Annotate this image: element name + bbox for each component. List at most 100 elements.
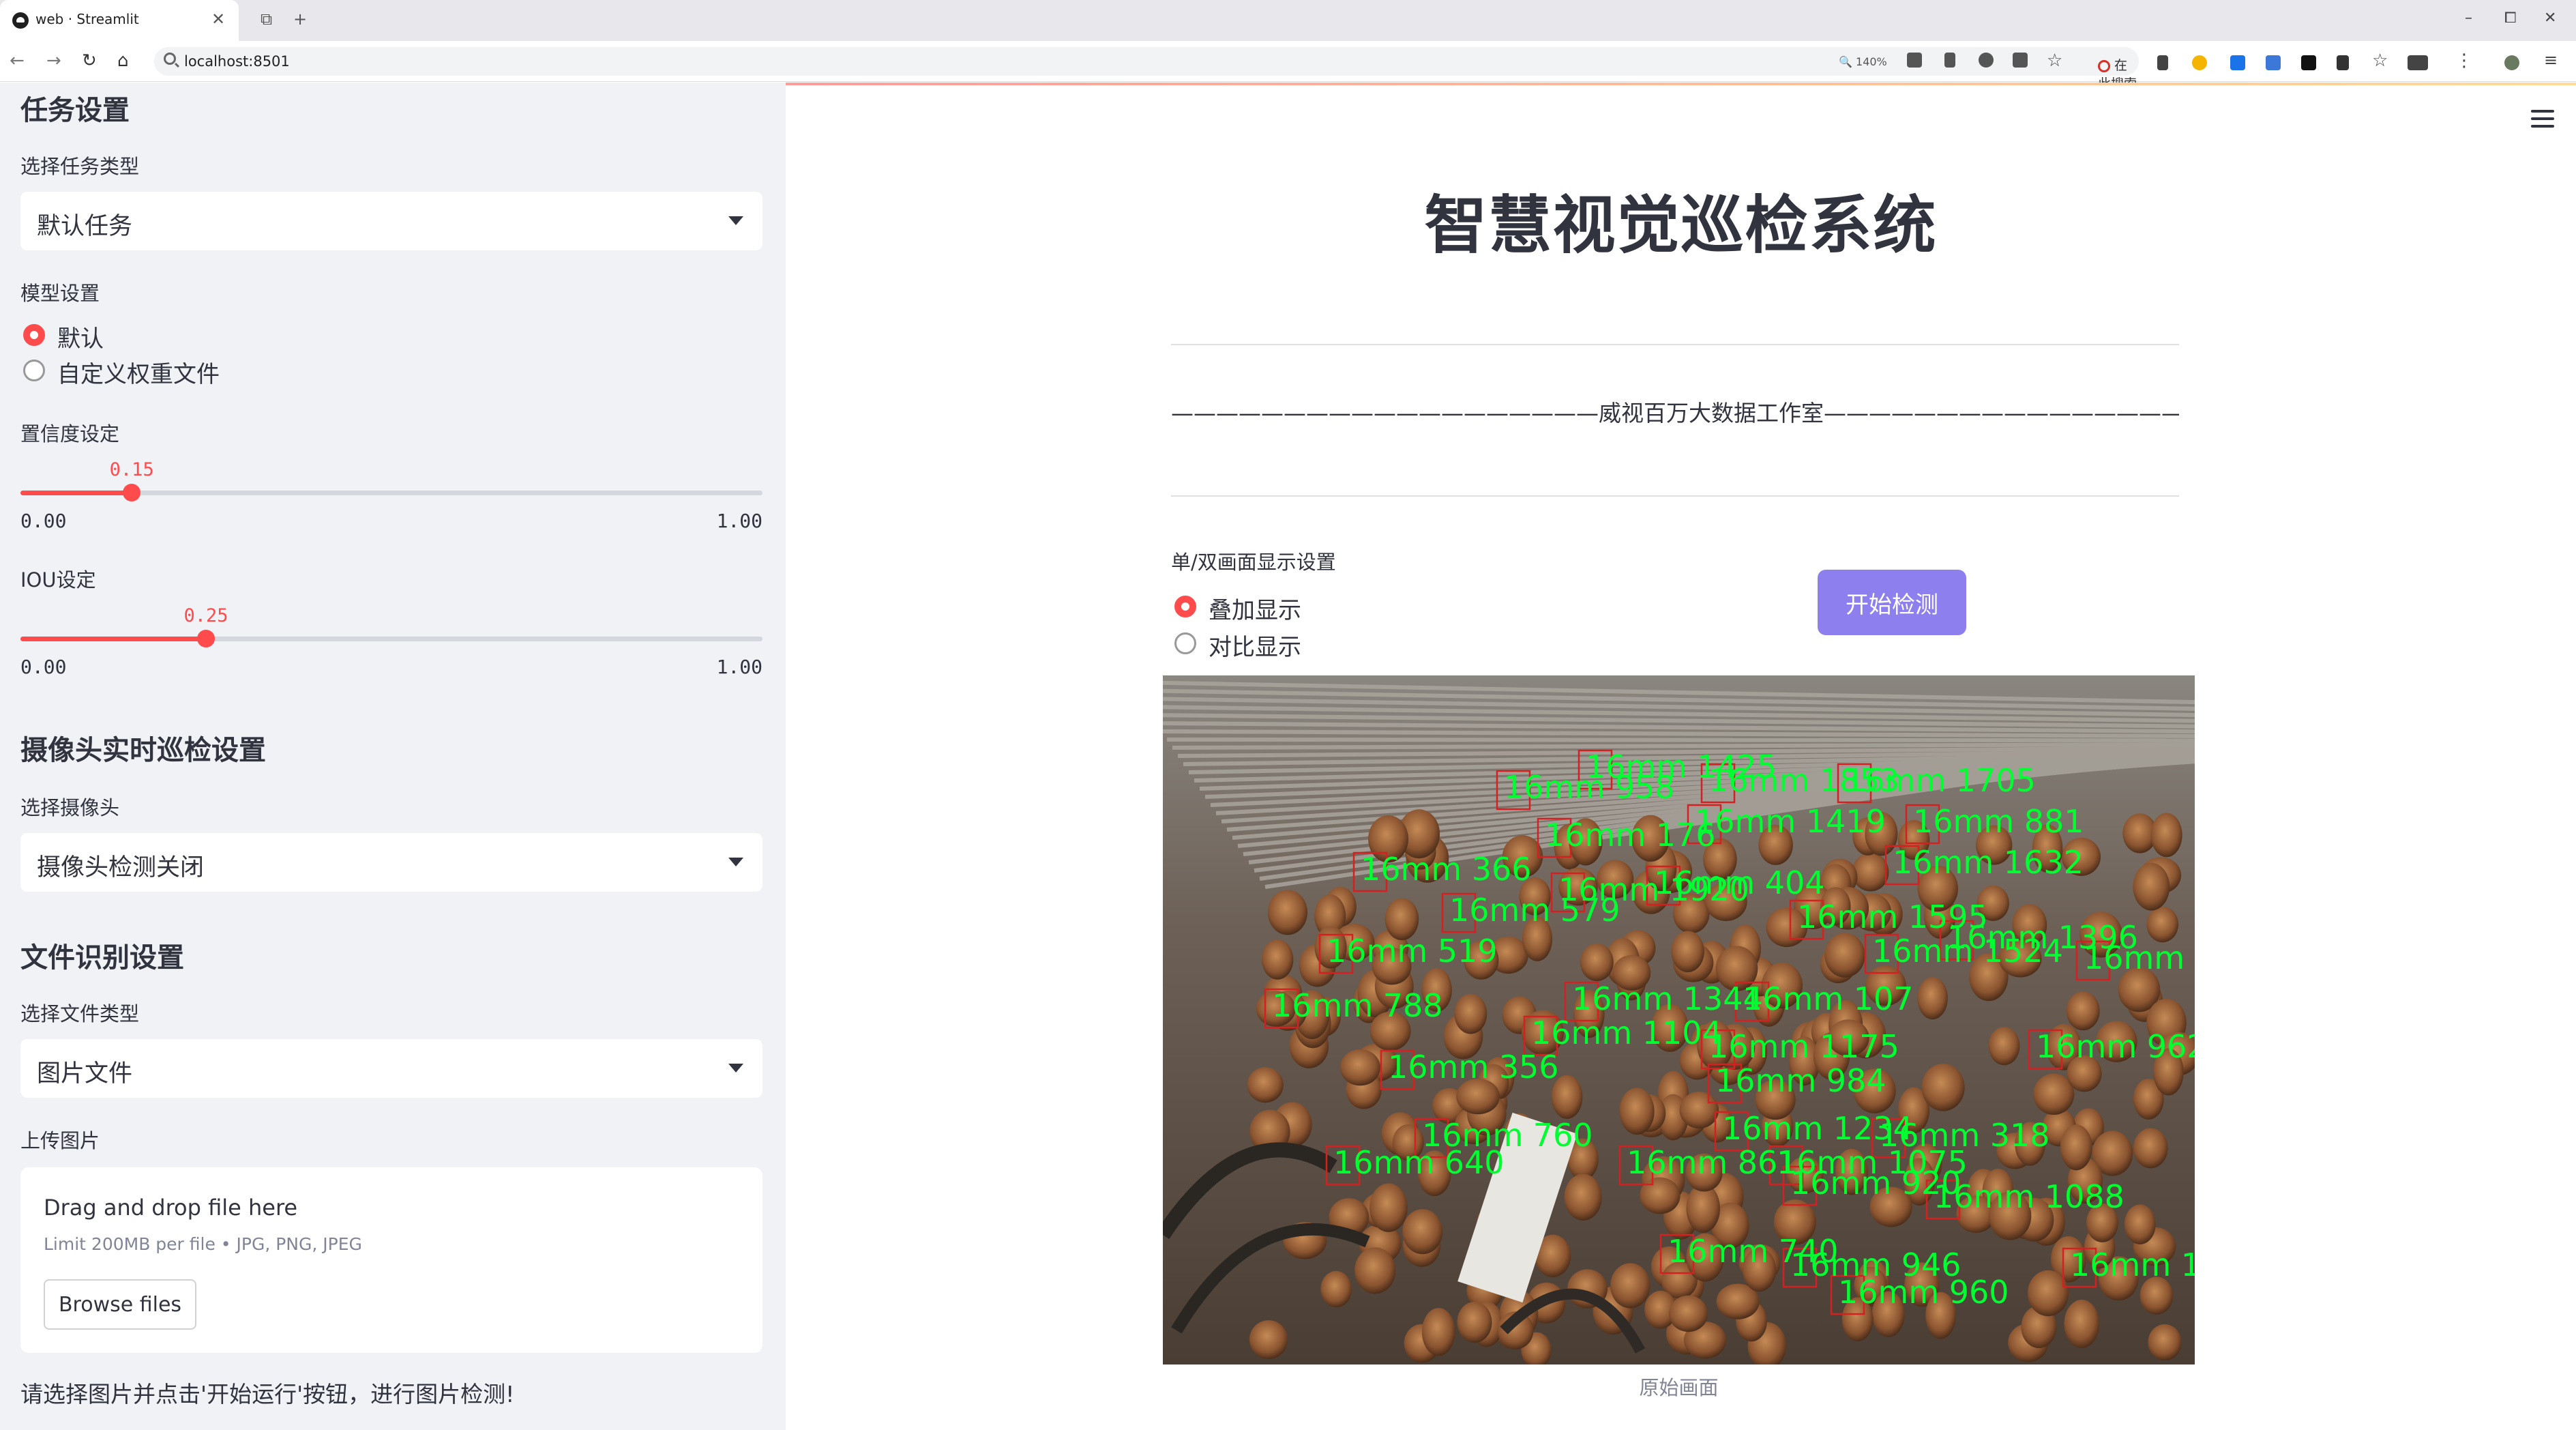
- detection-label: 16mm 1419: [1695, 803, 1886, 840]
- rebar-end: [1247, 1067, 1284, 1103]
- share-icon[interactable]: [2013, 53, 2028, 68]
- rebar-end: [1457, 1302, 1492, 1343]
- rebar-end: [2064, 1300, 2100, 1348]
- url-text: localhost:8501: [184, 53, 290, 70]
- hamburger-menu-icon[interactable]: [2531, 110, 2554, 128]
- detection-label: 16mm 1705: [1845, 762, 2036, 799]
- detection-label: 16mm 1175: [1708, 1028, 1899, 1065]
- studio-subtitle: ———————————————————威视百万大数据工作室———————————…: [1171, 400, 2179, 426]
- rebar-end: [2066, 991, 2100, 1031]
- extension-c-icon[interactable]: [2266, 55, 2281, 70]
- extension-a-icon[interactable]: [2192, 55, 2207, 70]
- slider-value: 0.15: [109, 459, 154, 480]
- rebar-end: [1640, 1177, 1681, 1214]
- browse-files-button[interactable]: Browse files: [44, 1279, 196, 1330]
- rebar-end: [1679, 1092, 1719, 1128]
- upload-label: 上传图片: [20, 1129, 100, 1152]
- radio-label: 默认: [57, 325, 104, 353]
- more-icon[interactable]: ⋮: [2455, 50, 2473, 71]
- star-icon[interactable]: ☆: [2047, 50, 2064, 71]
- divider: [1171, 344, 2179, 345]
- extension-b-icon[interactable]: [2230, 55, 2245, 70]
- minimize-icon[interactable]: –: [2465, 10, 2472, 27]
- file-type-label: 选择文件类型: [20, 1002, 140, 1025]
- sidebar-hint: 请选择图片并点击'开始运行'按钮，进行图片检测!: [20, 1381, 515, 1407]
- rebar-end: [1339, 1049, 1380, 1086]
- file-settings-heading: 文件识别设置: [20, 942, 184, 974]
- detection-label: 16mm 962: [2036, 1028, 2195, 1065]
- browser-tab-bar: web · Streamlit ✕ ⧉ + – ⧠ ✕: [0, 0, 2576, 41]
- rebar-end: [2060, 1124, 2092, 1171]
- detection-label: 16mm 129: [2070, 1246, 2195, 1283]
- browser-menu-icon[interactable]: ≡: [2544, 50, 2559, 70]
- file-type-select[interactable]: 图片文件: [20, 1039, 763, 1098]
- streamlit-favicon-icon: [12, 12, 29, 29]
- tab-title: web · Streamlit: [35, 11, 139, 27]
- detection-label: 16mm 861: [1627, 1144, 1798, 1181]
- rebar-end: [1671, 931, 1704, 973]
- slider-thumb[interactable]: [123, 484, 141, 501]
- downloads-icon[interactable]: [2337, 55, 2349, 70]
- forward-icon[interactable]: →: [46, 50, 61, 71]
- dropzone-title: Drag and drop file here: [44, 1195, 298, 1221]
- reading-mode-icon[interactable]: [2157, 55, 2168, 70]
- reload-icon[interactable]: ↻: [82, 50, 97, 71]
- zoom-value: 140%: [1856, 55, 1887, 68]
- radio-unselected-icon: [1174, 632, 1196, 654]
- screenshot-icon[interactable]: [2408, 55, 2428, 70]
- slider-min: 0.00: [20, 656, 67, 678]
- zoom-level[interactable]: 🔍 140%: [1839, 55, 1887, 68]
- chevron-down-icon: [728, 858, 743, 866]
- slider-fill: [20, 637, 206, 641]
- rebar-end: [1261, 939, 1294, 980]
- back-icon[interactable]: ←: [10, 50, 25, 71]
- url-field[interactable]: localhost:8501 🔍 140% ☆ 在此搜索: [154, 47, 2139, 91]
- start-detection-button[interactable]: 开始检测: [1818, 570, 1966, 635]
- slider-thumb[interactable]: [197, 630, 215, 647]
- rebar-end: [1580, 943, 1614, 982]
- rebar-end: [1354, 1247, 1396, 1294]
- task-type-label: 选择任务类型: [20, 155, 140, 178]
- detection-label: 16mm 958: [1504, 769, 1675, 806]
- task-settings-heading: 任务设置: [20, 95, 130, 126]
- profile-avatar[interactable]: [2504, 55, 2519, 70]
- dropzone-limit: Limit 200MB per file • JPG, PNG, JPEG: [44, 1234, 362, 1254]
- rebar-end: [1619, 1088, 1655, 1135]
- lightning-icon[interactable]: [1944, 53, 1955, 68]
- translate-icon[interactable]: [1907, 53, 1922, 68]
- rebar-end: [1917, 977, 1948, 1020]
- task-type-value: 默认任务: [37, 213, 133, 240]
- tab-groups-icon[interactable]: ⧉: [261, 10, 272, 29]
- window-close-icon[interactable]: ✕: [2544, 10, 2556, 27]
- extension-icon[interactable]: [1979, 53, 1994, 68]
- rebar-end: [1402, 1209, 1443, 1255]
- detection-label: 16mm 579: [1449, 892, 1620, 929]
- detection-label: 16mm 107: [1743, 980, 1914, 1017]
- camera-select[interactable]: 摄像头检测关闭: [20, 833, 763, 892]
- search-engine-icon: [2098, 59, 2110, 72]
- camera-label: 选择摄像头: [20, 796, 120, 819]
- detection-label: 16mm 1088: [1934, 1178, 2125, 1215]
- radio-selected-icon: [23, 324, 45, 346]
- file-dropzone[interactable]: Drag and drop file here Limit 200MB per …: [20, 1167, 763, 1353]
- restore-icon[interactable]: ⧠: [2504, 10, 2517, 27]
- confidence-slider[interactable]: 0.15 0.00 1.00: [20, 459, 763, 532]
- radio-unselected-icon: [23, 360, 45, 381]
- rebar-end: [1921, 1064, 1965, 1111]
- model-settings-label: 模型设置: [20, 282, 100, 305]
- slider-max: 1.00: [716, 656, 763, 678]
- extension-d-icon[interactable]: [2301, 55, 2316, 70]
- detection-label: 16mm 1344: [1572, 980, 1763, 1017]
- rebar-end: [2133, 862, 2170, 911]
- home-icon[interactable]: ⌂: [117, 50, 129, 71]
- search-icon: [164, 53, 176, 65]
- divider: [1171, 495, 2179, 497]
- favorites-icon[interactable]: ☆: [2372, 50, 2390, 71]
- browser-address-bar: ← → ↻ ⌂ localhost:8501 🔍 140% ☆ 在此搜索 ☆ ⋮…: [0, 41, 2576, 91]
- slider-value: 0.25: [183, 605, 228, 626]
- close-tab-icon[interactable]: ✕: [211, 10, 225, 29]
- task-type-select[interactable]: 默认任务: [20, 192, 763, 250]
- new-tab-icon[interactable]: +: [293, 10, 307, 29]
- iou-slider[interactable]: 0.25 0.00 1.00: [20, 605, 763, 678]
- browser-tab[interactable]: web · Streamlit ✕: [0, 0, 239, 41]
